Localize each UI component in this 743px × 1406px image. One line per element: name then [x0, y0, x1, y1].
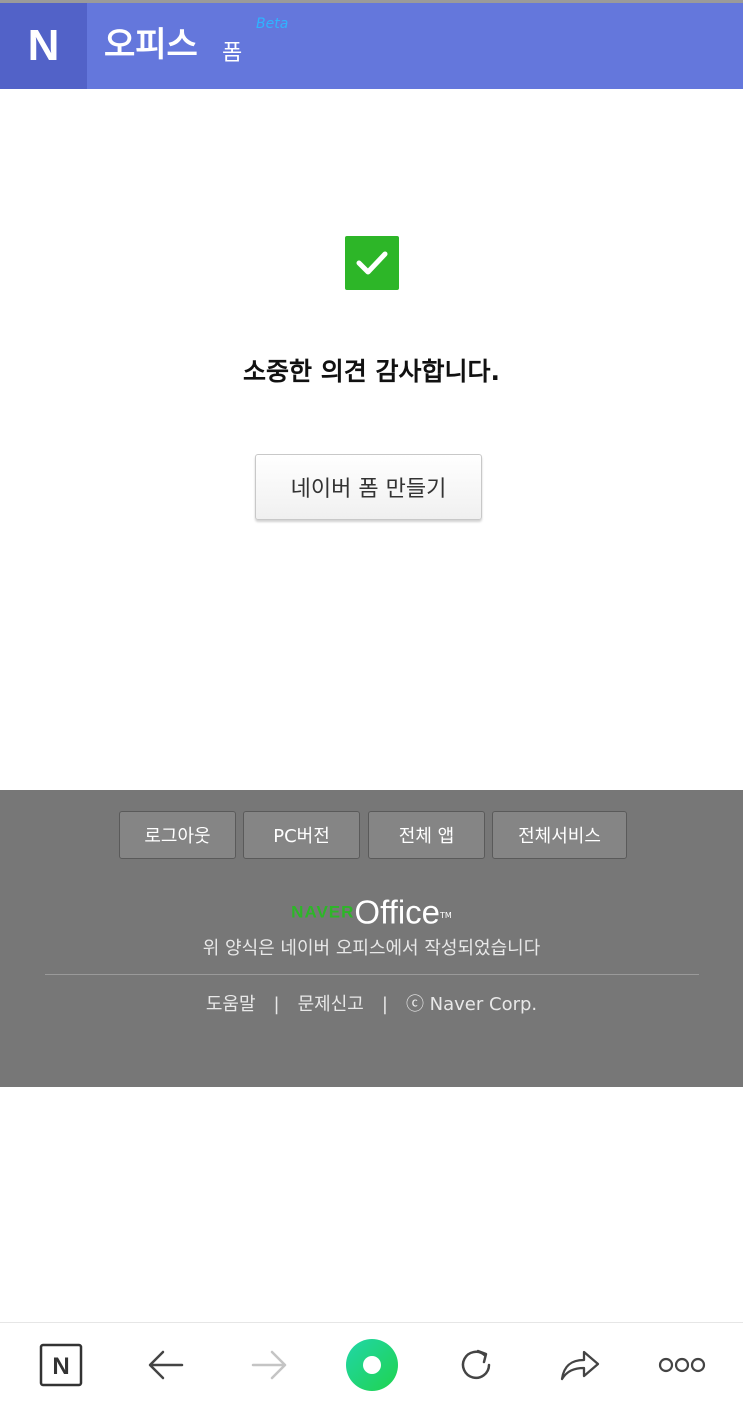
refresh-glyph	[461, 1349, 491, 1380]
back-arrow-icon[interactable]	[126, 1323, 206, 1406]
copyright-text: ⓒ Naver Corp.	[405, 994, 538, 1015]
link-separator: |	[381, 994, 388, 1015]
brand-naver: NAVER	[291, 902, 355, 922]
pc-version-button[interactable]: PC버전	[243, 811, 360, 859]
thanks-message: 소중한 의견 감사합니다.	[243, 357, 500, 386]
brand-tm: TM	[440, 911, 452, 920]
made-with-text: 위 양식은 네이버 오피스에서 작성되었습니다	[202, 938, 541, 959]
naver-home-icon[interactable]: N	[21, 1323, 101, 1406]
footer-divider	[45, 974, 699, 975]
green-dot-icon[interactable]	[332, 1323, 412, 1406]
browser-nav-bar: N	[0, 1322, 743, 1406]
checkmark-glyph	[356, 251, 388, 275]
app-subtitle: 폼	[222, 41, 243, 66]
all-services-button[interactable]: 전체서비스	[492, 811, 627, 859]
naver-logo-letter: N	[27, 21, 60, 70]
help-link[interactable]: 도움말	[206, 994, 256, 1015]
naver-home-letter: N	[52, 1353, 69, 1380]
logout-button[interactable]: 로그아웃	[119, 811, 236, 859]
report-link[interactable]: 문제신고	[298, 994, 364, 1015]
back-arrow-glyph	[148, 1350, 184, 1380]
checkmark-icon	[345, 236, 399, 290]
naver-office-logo: NAVEROfficeTM	[0, 894, 743, 931]
footer-links: 도움말 | 문제신고 | ⓒ Naver Corp.	[0, 992, 743, 1018]
naver-home-glyph: N	[39, 1343, 83, 1387]
green-dot-glyph	[346, 1339, 398, 1391]
beta-badge: Beta	[256, 16, 289, 32]
link-separator: |	[273, 994, 280, 1015]
forward-arrow-glyph	[251, 1350, 287, 1380]
footer: 로그아웃 PC버전 전체 앱 전체서비스 NAVEROfficeTM 위 양식은…	[0, 790, 743, 1087]
all-apps-button[interactable]: 전체 앱	[368, 811, 485, 859]
more-glyph	[658, 1357, 706, 1373]
app-header: N 오피스 폼 Beta	[0, 3, 743, 89]
more-icon[interactable]	[642, 1323, 722, 1406]
forward-arrow-icon[interactable]	[229, 1323, 309, 1406]
share-icon[interactable]	[540, 1323, 620, 1406]
share-glyph	[560, 1350, 600, 1381]
refresh-icon[interactable]	[436, 1323, 516, 1406]
brand-office: Office	[354, 893, 441, 931]
app-title[interactable]: 오피스	[104, 23, 198, 67]
create-naver-form-button[interactable]: 네이버 폼 만들기	[255, 454, 482, 520]
page: N 오피스 폼 Beta 소중한 의견 감사합니다. 네이버 폼 만들기 로그아…	[0, 0, 743, 1406]
naver-logo[interactable]: N	[0, 3, 87, 89]
